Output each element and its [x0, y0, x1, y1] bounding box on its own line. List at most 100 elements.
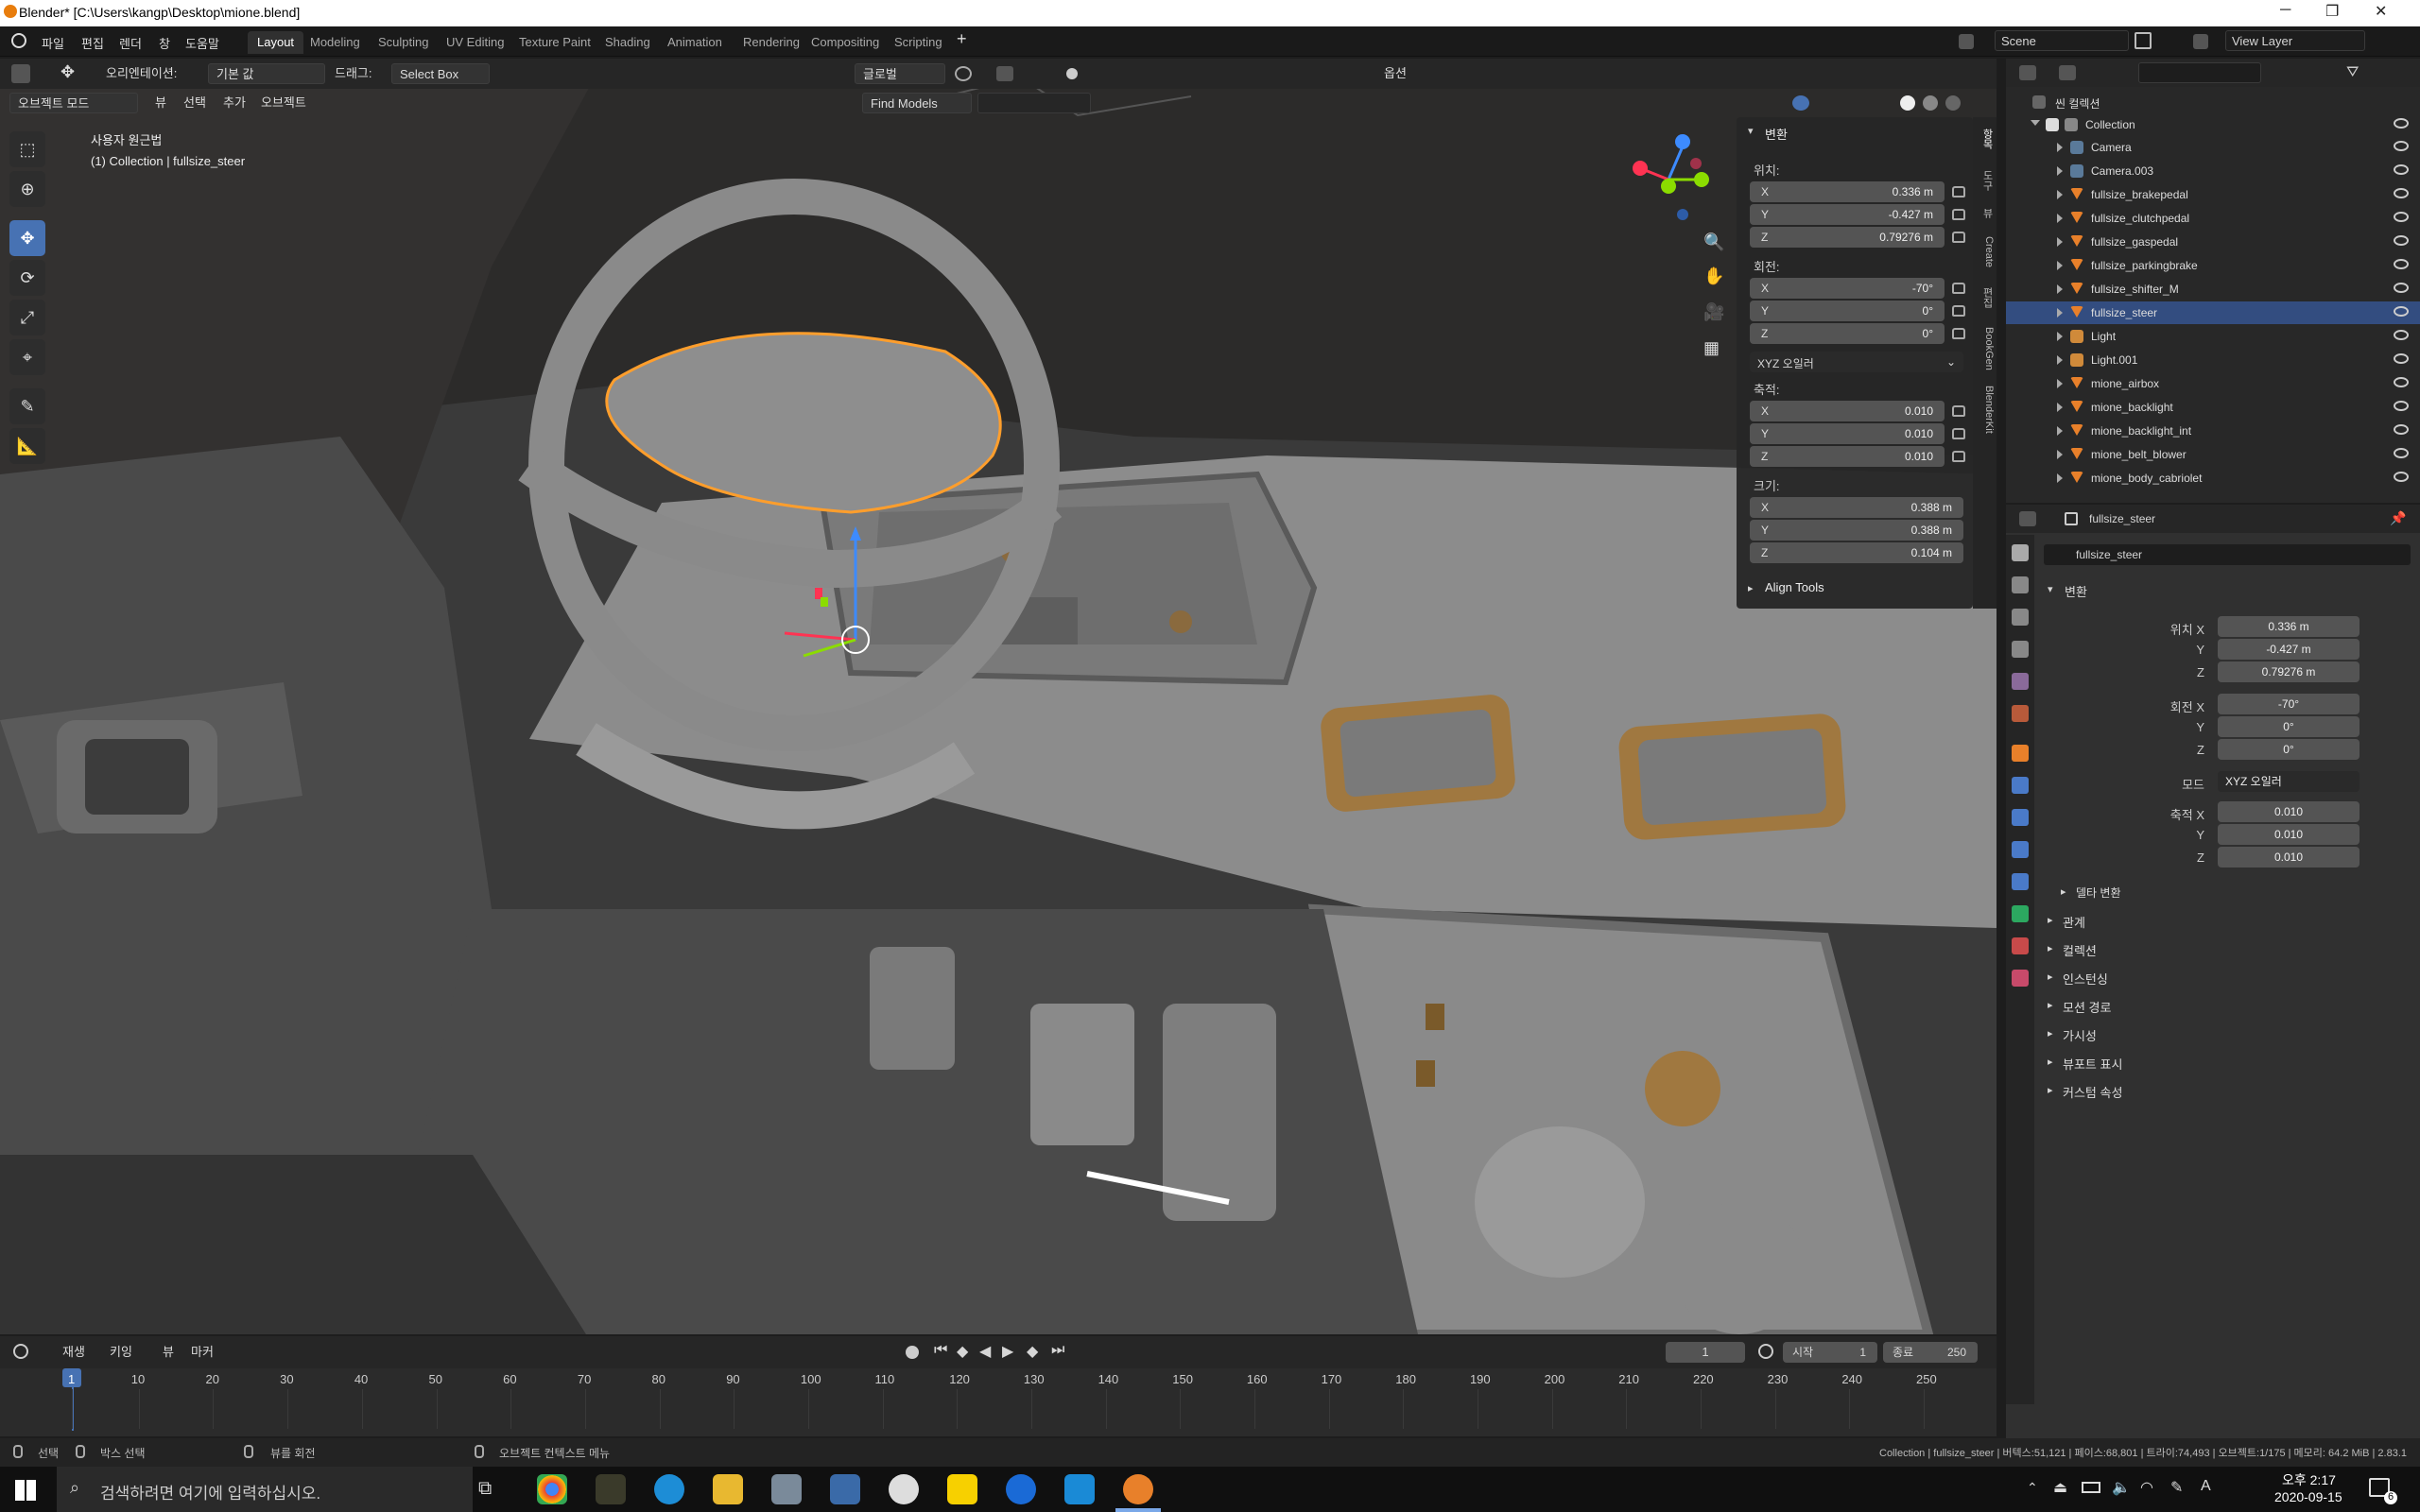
- expand-arrow-icon[interactable]: [2057, 426, 2063, 436]
- tab-layout[interactable]: Layout: [248, 31, 304, 54]
- property-section[interactable]: 모션 경로: [2063, 998, 2111, 1016]
- tab-tool[interactable]: 도구: [1975, 170, 1995, 191]
- orientation-dropdown[interactable]: 기본 값: [208, 63, 325, 84]
- checkbox-icon[interactable]: [2046, 118, 2059, 131]
- lock-icon[interactable]: [1952, 428, 1965, 439]
- menu-window[interactable]: 창: [159, 34, 170, 52]
- scene-icon[interactable]: [1959, 34, 1974, 49]
- outliner-item[interactable]: fullsize_parkingbrake: [2006, 254, 2420, 277]
- tab-modeling[interactable]: Modeling: [301, 31, 370, 54]
- editor-type-icon[interactable]: [2019, 65, 2036, 80]
- tab-view[interactable]: 뷰: [1975, 208, 1995, 218]
- inkscape-icon[interactable]: [596, 1474, 626, 1504]
- transform-tool-icon[interactable]: ⌖: [9, 339, 45, 375]
- scale-y-field[interactable]: Y 0.010: [1750, 423, 1945, 444]
- menu-view[interactable]: 뷰: [147, 93, 174, 113]
- move-tool-button-icon[interactable]: ✥: [9, 220, 45, 256]
- viewport-shading-solid-icon[interactable]: [1900, 95, 1915, 111]
- jump-start-icon[interactable]: ⏮: [934, 1342, 947, 1359]
- outliner-item[interactable]: Camera.003: [2006, 160, 2420, 182]
- eye-icon[interactable]: [2394, 235, 2409, 246]
- eye-icon[interactable]: [2394, 283, 2409, 293]
- eye-icon[interactable]: [2394, 141, 2409, 151]
- outliner-item[interactable]: fullsize_shifter_M: [2006, 278, 2420, 301]
- filter-icon[interactable]: ⛛: [2346, 64, 2359, 81]
- scene-selector[interactable]: Scene: [1995, 30, 2129, 51]
- outliner-search-input[interactable]: [2138, 62, 2261, 83]
- eye-icon[interactable]: [2394, 472, 2409, 482]
- prop-rotation-mode-dropdown[interactable]: XYZ 오일러: [2218, 771, 2360, 792]
- kakaotalk-icon[interactable]: [947, 1474, 977, 1504]
- tab-texture-paint[interactable]: Texture Paint: [510, 31, 600, 54]
- proportional-edit-icon[interactable]: [1066, 68, 1078, 79]
- ime-icon[interactable]: A: [2201, 1478, 2211, 1495]
- expand-arrow-icon[interactable]: [2057, 332, 2063, 341]
- scale-tool-icon[interactable]: ⤢: [9, 300, 45, 335]
- texture-tab-icon[interactable]: [2012, 970, 2029, 987]
- task-view-icon[interactable]: ⧉: [478, 1478, 492, 1500]
- eye-icon[interactable]: [2394, 448, 2409, 458]
- pin-icon[interactable]: 📌: [2390, 510, 2406, 526]
- tab-rendering[interactable]: Rendering: [734, 31, 809, 54]
- expand-arrow-icon[interactable]: [2057, 190, 2063, 199]
- material-tab-icon[interactable]: [2012, 937, 2029, 954]
- eye-icon[interactable]: [2394, 424, 2409, 435]
- volume-icon[interactable]: 🔈: [2112, 1478, 2131, 1497]
- lock-icon[interactable]: [1952, 283, 1965, 294]
- lock-icon[interactable]: [1952, 405, 1965, 417]
- launcher-icon[interactable]: [1006, 1474, 1036, 1504]
- menu-render[interactable]: 렌더: [119, 34, 142, 52]
- new-scene-icon[interactable]: [2135, 32, 2152, 49]
- outliner-item[interactable]: Light.001: [2006, 349, 2420, 371]
- render-tab-icon[interactable]: [2012, 576, 2029, 593]
- prop-rotation-x[interactable]: -70°: [2218, 694, 2360, 714]
- move-tool-icon[interactable]: ✥: [60, 62, 75, 82]
- prop-scale-x[interactable]: 0.010: [2218, 801, 2360, 822]
- eye-icon[interactable]: [2394, 377, 2409, 387]
- property-section[interactable]: 관계: [2063, 913, 2085, 931]
- prop-location-y[interactable]: -0.427 m: [2218, 639, 2360, 660]
- find-models-search-input[interactable]: [977, 93, 1091, 113]
- expand-arrow-icon[interactable]: [2057, 379, 2063, 388]
- dimension-x-field[interactable]: X 0.388 m: [1750, 497, 1963, 518]
- object-tab-icon[interactable]: [2012, 745, 2029, 762]
- cursor-tool-icon[interactable]: ⊕: [9, 171, 45, 207]
- find-models-button[interactable]: Find Models: [862, 93, 972, 113]
- prev-keyframe-icon[interactable]: ◆: [957, 1342, 968, 1361]
- rotate-tool-icon[interactable]: ⟳: [9, 260, 45, 296]
- outliner-item[interactable]: Camera: [2006, 136, 2420, 159]
- jump-end-icon[interactable]: ⏭: [1051, 1342, 1064, 1359]
- keying-menu[interactable]: 키잉: [102, 1342, 140, 1363]
- current-frame-field[interactable]: 1: [1666, 1342, 1745, 1363]
- chrome-icon[interactable]: [537, 1474, 567, 1504]
- edge-icon[interactable]: [654, 1474, 684, 1504]
- eye-icon[interactable]: [2394, 401, 2409, 411]
- record-icon[interactable]: [906, 1346, 919, 1359]
- expand-arrow-icon[interactable]: [2057, 284, 2063, 294]
- eye-icon[interactable]: [2394, 188, 2409, 198]
- view-layer-tab-icon[interactable]: [2012, 641, 2029, 658]
- pan-hand-icon[interactable]: ✋: [1703, 266, 1724, 286]
- scale-x-field[interactable]: X 0.010: [1750, 401, 1945, 421]
- tray-chevron-icon[interactable]: ⌃: [2027, 1480, 2038, 1496]
- end-frame-field[interactable]: 종료 250: [1883, 1342, 1978, 1363]
- editor-type-icon[interactable]: [2019, 511, 2036, 526]
- transform-section-title[interactable]: 변환: [1765, 125, 1788, 143]
- menu-edit[interactable]: 편집: [81, 34, 104, 52]
- network-icon[interactable]: [771, 1474, 802, 1504]
- blender-menu-icon[interactable]: [11, 33, 26, 48]
- overlays-icon[interactable]: [1792, 95, 1809, 111]
- python-icon[interactable]: [830, 1474, 860, 1504]
- rotation-z-field[interactable]: Z 0°: [1750, 323, 1945, 344]
- expand-arrow-icon[interactable]: [2057, 473, 2063, 483]
- expand-arrow-icon[interactable]: [2057, 143, 2063, 152]
- object-name-field[interactable]: fullsize_steer: [2044, 544, 2411, 565]
- prop-scale-y[interactable]: 0.010: [2218, 824, 2360, 845]
- prop-rotation-z[interactable]: 0°: [2218, 739, 2360, 760]
- add-workspace-icon[interactable]: +: [957, 29, 967, 49]
- eye-icon[interactable]: [2394, 118, 2409, 129]
- outliner-item[interactable]: fullsize_brakepedal: [2006, 183, 2420, 206]
- tab-scripting[interactable]: Scripting: [885, 31, 952, 54]
- display-mode-icon[interactable]: [2059, 65, 2076, 80]
- dimension-z-field[interactable]: Z 0.104 m: [1750, 542, 1963, 563]
